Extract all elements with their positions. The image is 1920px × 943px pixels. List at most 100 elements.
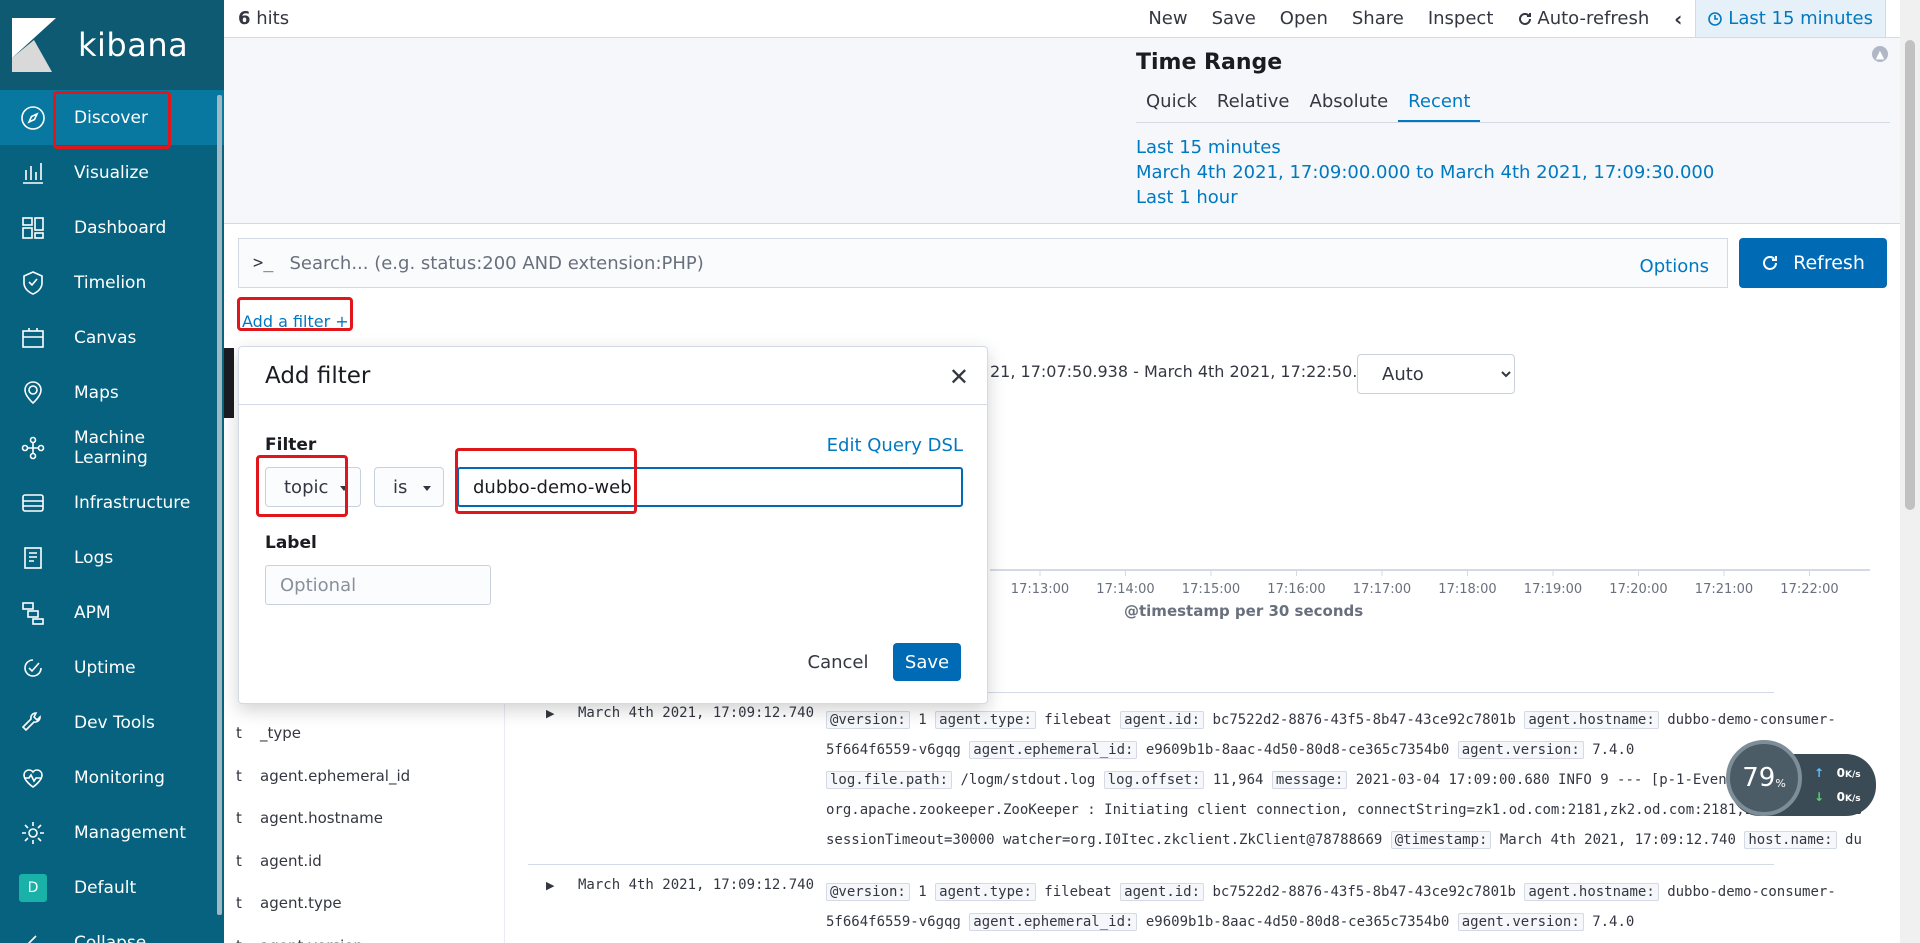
field-type-icon: t [236, 851, 242, 870]
field-type-icon: t [236, 937, 260, 943]
doc-field-key: @version: [826, 711, 910, 729]
field-type-icon: t [236, 809, 242, 828]
doc-field-key: @version: [826, 883, 910, 901]
cancel-button[interactable]: Cancel [797, 643, 879, 681]
sidebar-edge [224, 348, 234, 418]
network-monitor-widget[interactable]: 79% ↑ 0K/s ↓ 0K/s [1726, 740, 1876, 816]
save-search-button[interactable]: Save [1200, 0, 1268, 37]
field-item[interactable]: t agent.ephemeral_id [236, 755, 504, 798]
tab-relative[interactable]: Relative [1207, 85, 1300, 122]
new-button[interactable]: New [1136, 0, 1199, 37]
search-input[interactable] [289, 252, 1640, 274]
sidebar-item-label: Canvas [74, 327, 137, 348]
sidebar-item-management[interactable]: Management [0, 805, 224, 860]
inspect-button[interactable]: Inspect [1416, 0, 1506, 37]
collapse-panel-icon[interactable]: ▲ [1872, 46, 1888, 62]
sidebar-item-uptime[interactable]: Uptime [0, 640, 224, 695]
field-item[interactable]: tagent.version [236, 925, 504, 943]
field-name: agent.hostname [260, 809, 384, 828]
chevron-down-icon [423, 486, 431, 491]
interval-select[interactable]: Auto [1357, 354, 1515, 394]
field-item[interactable]: t agent.type [236, 882, 504, 925]
sidebar-item-label: Infrastructure [74, 492, 191, 513]
brand[interactable]: kibana [0, 0, 224, 90]
uptime-icon [18, 653, 48, 683]
time-picker-button[interactable]: Last 15 minutes [1695, 0, 1886, 37]
field-name: agent.type [260, 894, 342, 913]
doc-field-value: filebeat [1035, 712, 1121, 728]
sidebar-item-canvas[interactable]: Canvas [0, 310, 224, 365]
field-item[interactable]: t _type [236, 712, 504, 755]
collapse-icon [18, 928, 48, 943]
doc-field-value: 1 [909, 884, 936, 900]
scrollbar-thumb[interactable] [1905, 40, 1915, 510]
doc-field-value: 11,964 [1204, 772, 1272, 788]
refresh-button[interactable]: Refresh [1739, 238, 1887, 288]
sidebar-item-dashboard[interactable]: Dashboard [0, 200, 224, 255]
doc-field-key: agent.hostname: [1524, 711, 1659, 729]
sidebar-item-machine-learning[interactable]: Machine Learning [0, 420, 224, 475]
x-tick-label: 17:14:00 [1096, 582, 1154, 597]
sidebar-item-monitoring[interactable]: Monitoring [0, 750, 224, 805]
tab-absolute[interactable]: Absolute [1300, 85, 1399, 122]
time-prev-button[interactable]: ‹ [1661, 0, 1695, 37]
page-scrollbar[interactable] [1900, 0, 1920, 943]
doc-field-value: org.apache.zookeeper.ZooKeeper : Initiat… [826, 802, 1861, 818]
doc-field-key: log.offset: [1103, 771, 1205, 789]
highlight-box [53, 91, 171, 149]
doc-field-key: agent.ephemeral_id: [969, 741, 1138, 759]
edit-query-dsl-link[interactable]: Edit Query DSL [827, 435, 963, 456]
operator-select[interactable]: is [374, 467, 444, 507]
recent-item[interactable]: Last 1 hour [1136, 185, 1890, 210]
sidebar-item-label: Collapse [74, 932, 147, 943]
sidebar-item-label: Dashboard [74, 217, 167, 238]
field-item[interactable]: t agent.hostname [236, 797, 504, 840]
doc-field-key: agent.type: [935, 711, 1036, 729]
recent-item[interactable]: Last 15 minutes [1136, 135, 1890, 160]
field-item[interactable]: t agent.id [236, 840, 504, 883]
tab-recent[interactable]: Recent [1398, 85, 1481, 122]
highlight-box [256, 455, 348, 517]
sidebar-item-dev-tools[interactable]: Dev Tools [0, 695, 224, 750]
expand-caret-icon[interactable]: ▶ [546, 879, 554, 892]
sidebar-item-timelion[interactable]: Timelion [0, 255, 224, 310]
sidebar-item-logs[interactable]: Logs [0, 530, 224, 585]
doc-field-key: agent.id: [1120, 883, 1205, 901]
doc-field-key: agent.ephemeral_id: [969, 913, 1138, 931]
open-button[interactable]: Open [1268, 0, 1340, 37]
time-range-tabs: Quick Relative Absolute Recent [1136, 85, 1890, 123]
doc-row[interactable]: ▶ March 4th 2021, 17:09:12.740 @version: 1… [528, 864, 1836, 943]
sidebar-item-visualize[interactable]: Visualize [0, 145, 224, 200]
sidebar-item-collapse[interactable]: Collapse [0, 915, 224, 943]
tab-quick[interactable]: Quick [1136, 85, 1207, 122]
share-button[interactable]: Share [1340, 0, 1416, 37]
options-link[interactable]: Options [1640, 256, 1709, 277]
doc-field-value: sessionTimeout=30000 watcher=org.I0Itec.… [826, 832, 1391, 848]
sidebar-item-label: Visualize [74, 162, 149, 183]
query-bar: >_ Options [238, 238, 1728, 288]
sidebar-item-infrastructure[interactable]: Infrastructure [0, 475, 224, 530]
expand-caret-icon[interactable]: ▶ [546, 707, 554, 720]
recent-list: Last 15 minutes March 4th 2021, 17:09:00… [1136, 135, 1890, 210]
save-button[interactable]: Save [893, 643, 961, 681]
field-name: agent.ephemeral_id [260, 766, 411, 785]
sidebar-item-label: APM [74, 602, 111, 623]
recent-item[interactable]: March 4th 2021, 17:09:00.000 to March 4t… [1136, 160, 1890, 185]
sidebar-item-label: Default [74, 877, 137, 898]
top-menu: New Save Open Share Inspect Auto-refresh… [1136, 0, 1920, 37]
up-arrow-icon: ↑ [1814, 766, 1825, 780]
doc-field-value: 1 [909, 712, 936, 728]
doc-row[interactable]: ▶ March 4th 2021, 17:09:12.740 @version: 1… [528, 692, 1861, 862]
sidebar-nav: Discover Visualize Dashboard Timelion Canvas… [0, 90, 224, 943]
close-icon[interactable]: ✕ [949, 363, 969, 391]
custom-label-input[interactable] [265, 565, 491, 605]
popover-title: Add filter [239, 347, 987, 405]
doc-field-value: filebeat [1035, 884, 1121, 900]
sidebar-item-default[interactable]: D Default [0, 860, 224, 915]
refresh-icon [1519, 12, 1532, 25]
sidebar-item-maps[interactable]: Maps [0, 365, 224, 420]
sidebar-scrollbar[interactable] [217, 95, 222, 915]
sidebar-item-apm[interactable]: APM [0, 585, 224, 640]
x-tick-label: 17:21:00 [1695, 582, 1753, 597]
auto-refresh-button[interactable]: Auto-refresh [1505, 0, 1661, 37]
